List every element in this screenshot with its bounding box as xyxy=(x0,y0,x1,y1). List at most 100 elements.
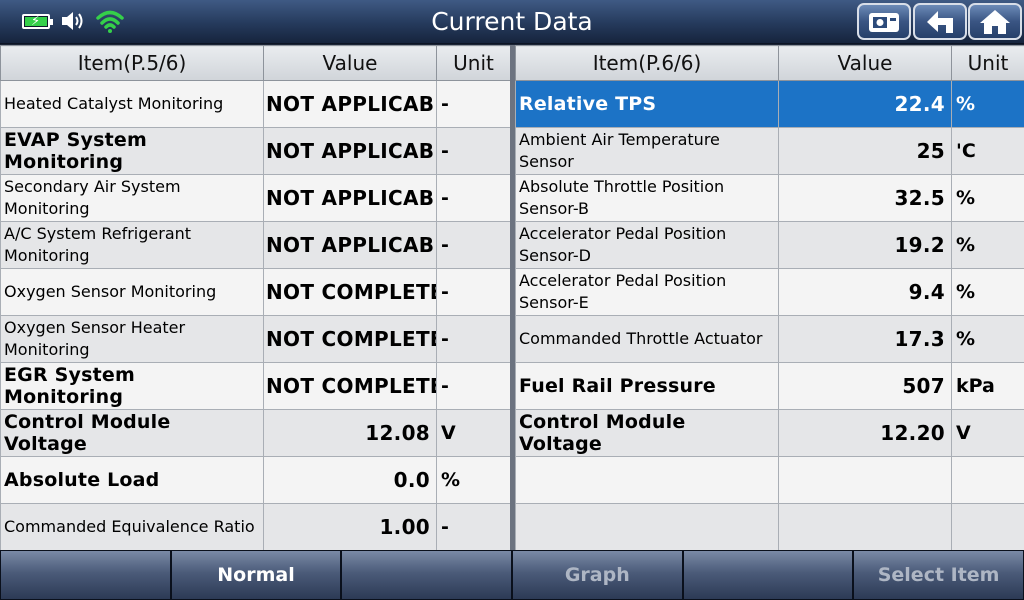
row-value: 507 xyxy=(778,362,952,410)
row-value: 12.08 xyxy=(263,409,437,457)
empty-cell xyxy=(778,503,952,551)
table-row[interactable]: Accelerator Pedal Position Sensor-E 9.4 … xyxy=(515,268,1024,316)
row-value: 1.00 xyxy=(263,503,437,551)
back-button[interactable] xyxy=(913,3,967,40)
row-value: NOT APPLICABLE xyxy=(263,127,437,175)
table-row[interactable]: EVAP System Monitoring NOT APPLICABLE - xyxy=(0,127,511,175)
row-unit: - xyxy=(436,221,511,269)
table-row[interactable]: A/C System Refrigerant Monitoring NOT AP… xyxy=(0,221,511,269)
row-value: 0.0 xyxy=(263,456,437,504)
table-row[interactable]: Fuel Rail Pressure 507 kPa xyxy=(515,362,1024,410)
row-item: Accelerator Pedal Position Sensor-E xyxy=(515,268,779,316)
row-item: Secondary Air System Monitoring xyxy=(0,174,264,222)
row-unit: % xyxy=(951,221,1024,269)
row-item: Accelerator Pedal Position Sensor-D xyxy=(515,221,779,269)
table-row[interactable]: Commanded Equivalence Ratio 1.00 - xyxy=(0,503,511,551)
table-row[interactable]: Absolute Load 0.0 % xyxy=(0,456,511,504)
left-data-panel: Item(P.5/6) Value Unit Heated Catalyst M… xyxy=(0,45,511,551)
row-value: 17.3 xyxy=(778,315,952,363)
row-item: Fuel Rail Pressure xyxy=(515,362,779,410)
row-item: Control Module Voltage xyxy=(515,409,779,457)
row-unit: V xyxy=(951,409,1024,457)
toolbar-button-5[interactable] xyxy=(682,550,854,600)
table-row[interactable]: Accelerator Pedal Position Sensor-D 19.2… xyxy=(515,221,1024,269)
row-item: Commanded Throttle Actuator xyxy=(515,315,779,363)
right-data-panel: Item(P.6/6) Value Unit Relative TPS 22.4… xyxy=(515,45,1024,551)
row-unit: - xyxy=(436,127,511,175)
row-value: 32.5 xyxy=(778,174,952,222)
header-unit[interactable]: Unit xyxy=(951,45,1024,81)
row-value: 12.20 xyxy=(778,409,952,457)
row-unit: % xyxy=(951,268,1024,316)
table-row-selected[interactable]: Relative TPS 22.4 % xyxy=(515,80,1024,128)
row-unit: - xyxy=(436,362,511,410)
row-unit: % xyxy=(951,174,1024,222)
row-value: NOT APPLICABLE xyxy=(263,80,437,128)
empty-cell xyxy=(951,503,1024,551)
row-item: EVAP System Monitoring xyxy=(0,127,264,175)
title-bar: ⚡ Current Data xyxy=(0,0,1024,44)
header-value[interactable]: Value xyxy=(263,45,437,81)
empty-row xyxy=(515,503,1024,551)
row-item: Commanded Equivalence Ratio xyxy=(0,503,264,551)
row-unit: kPa xyxy=(951,362,1024,410)
table-row[interactable]: Secondary Air System Monitoring NOT APPL… xyxy=(0,174,511,222)
back-up-icon xyxy=(927,10,953,33)
row-value: 22.4 xyxy=(778,80,952,128)
table-row[interactable]: Ambient Air Temperature Sensor 25 'C xyxy=(515,127,1024,175)
empty-row xyxy=(515,456,1024,504)
row-value: 9.4 xyxy=(778,268,952,316)
row-unit: V xyxy=(436,409,511,457)
table-row[interactable]: Oxygen Sensor Heater Monitoring NOT COMP… xyxy=(0,315,511,363)
table-row[interactable]: Control Module Voltage 12.08 V xyxy=(0,409,511,457)
row-item: Absolute Throttle Position Sensor-B xyxy=(515,174,779,222)
row-item: Relative TPS xyxy=(515,80,779,128)
row-value: NOT COMPLETED xyxy=(263,315,437,363)
toolbar-button-1[interactable] xyxy=(0,550,171,600)
row-value: NOT COMPLETED xyxy=(263,268,437,316)
screenshot-icon xyxy=(869,12,899,32)
home-button[interactable] xyxy=(968,3,1022,40)
row-item: Heated Catalyst Monitoring xyxy=(0,80,264,128)
left-data-table: Item(P.5/6) Value Unit Heated Catalyst M… xyxy=(0,45,511,551)
row-unit: - xyxy=(436,268,511,316)
right-data-table: Item(P.6/6) Value Unit Relative TPS 22.4… xyxy=(515,45,1024,551)
table-row[interactable]: Oxygen Sensor Monitoring NOT COMPLETED - xyxy=(0,268,511,316)
home-icon xyxy=(980,9,1010,34)
row-item: EGR System Monitoring xyxy=(0,362,264,410)
row-item: A/C System Refrigerant Monitoring xyxy=(0,221,264,269)
row-unit: - xyxy=(436,80,511,128)
row-value: 19.2 xyxy=(778,221,952,269)
bottom-toolbar: Normal Graph Select Item xyxy=(0,550,1024,600)
row-unit: 'C xyxy=(951,127,1024,175)
empty-cell xyxy=(778,456,952,504)
row-value: NOT APPLICABLE xyxy=(263,221,437,269)
row-value: NOT COMPLETED xyxy=(263,362,437,410)
empty-cell xyxy=(951,456,1024,504)
normal-button[interactable]: Normal xyxy=(170,550,342,600)
row-unit: - xyxy=(436,174,511,222)
table-row[interactable]: Control Module Voltage 12.20 V xyxy=(515,409,1024,457)
graph-button[interactable]: Graph xyxy=(511,550,683,600)
table-row[interactable]: Absolute Throttle Position Sensor-B 32.5… xyxy=(515,174,1024,222)
header-unit[interactable]: Unit xyxy=(436,45,511,81)
row-unit: - xyxy=(436,315,511,363)
header-item[interactable]: Item(P.6/6) xyxy=(515,45,779,81)
select-item-button[interactable]: Select Item xyxy=(853,550,1024,600)
row-item: Absolute Load xyxy=(0,456,264,504)
toolbar-button-3[interactable] xyxy=(341,550,512,600)
row-unit: % xyxy=(951,80,1024,128)
table-row[interactable]: Commanded Throttle Actuator 17.3 % xyxy=(515,315,1024,363)
row-unit: % xyxy=(951,315,1024,363)
row-value: NOT APPLICABLE xyxy=(263,174,437,222)
header-item[interactable]: Item(P.5/6) xyxy=(0,45,264,81)
row-item: Control Module Voltage xyxy=(0,409,264,457)
table-row[interactable]: EGR System Monitoring NOT COMPLETED - xyxy=(0,362,511,410)
table-row[interactable]: Heated Catalyst Monitoring NOT APPLICABL… xyxy=(0,80,511,128)
empty-cell xyxy=(515,456,779,504)
row-item: Oxygen Sensor Heater Monitoring xyxy=(0,315,264,363)
row-unit: % xyxy=(436,456,511,504)
screenshot-button[interactable] xyxy=(857,3,911,40)
header-value[interactable]: Value xyxy=(778,45,952,81)
row-value: 25 xyxy=(778,127,952,175)
